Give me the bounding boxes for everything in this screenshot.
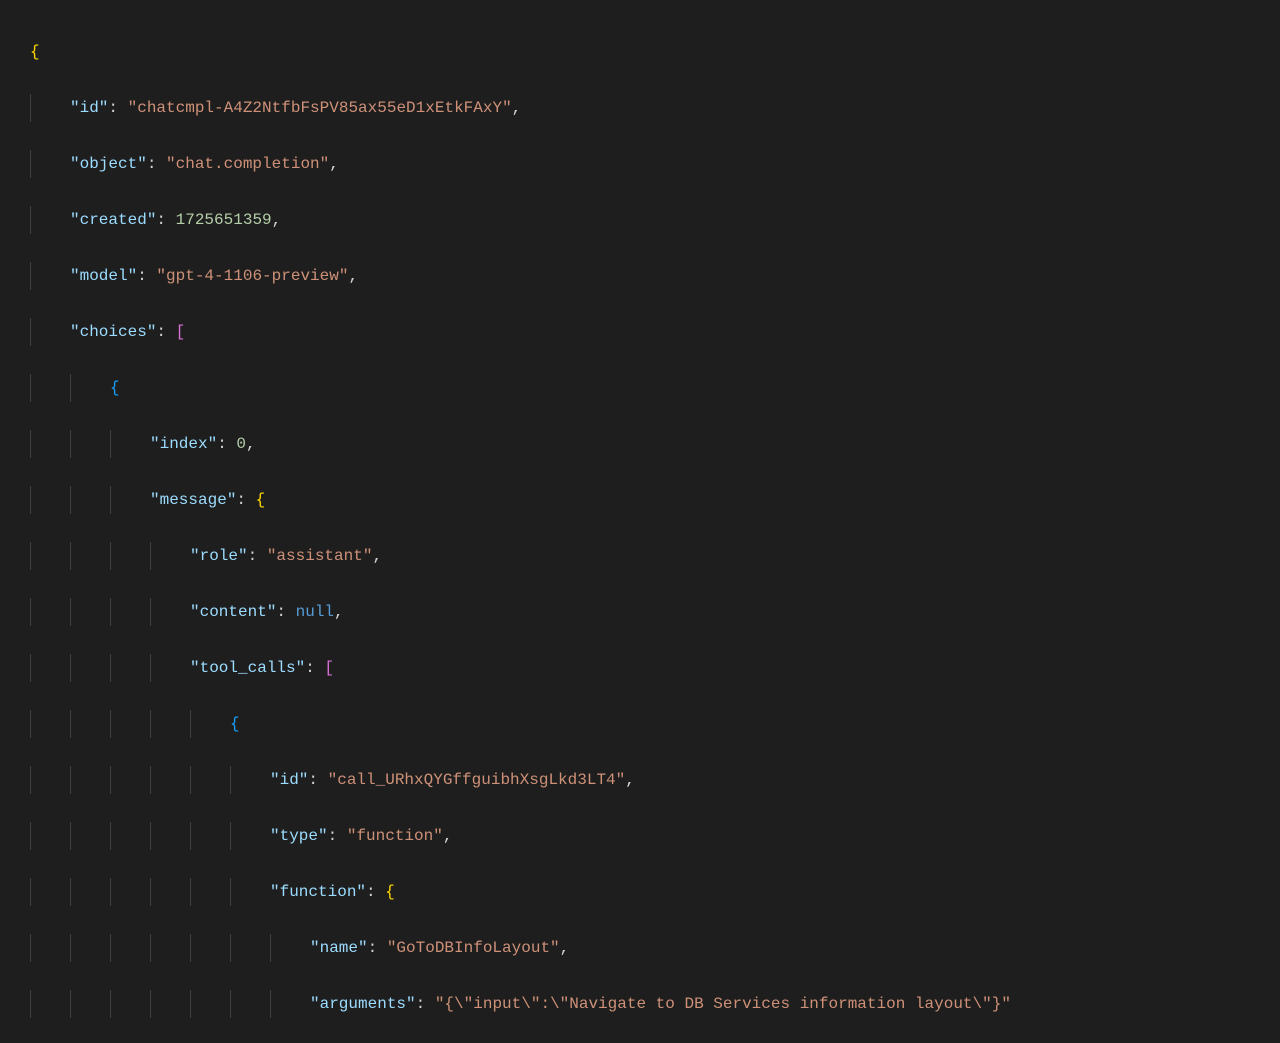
code-line: { xyxy=(30,710,1250,738)
code-line: "id": "call_URhxQYGffguibhXsgLkd3LT4", xyxy=(30,766,1250,794)
code-line: "model": "gpt-4-1106-preview", xyxy=(30,262,1250,290)
json-key: "choices" xyxy=(70,323,156,341)
json-key: "function" xyxy=(270,883,366,901)
code-line: { xyxy=(30,374,1250,402)
code-line: "message": { xyxy=(30,486,1250,514)
code-line: "type": "function", xyxy=(30,822,1250,850)
code-line: "choices": [ xyxy=(30,318,1250,346)
json-string: "assistant" xyxy=(267,547,373,565)
code-line: "tool_calls": [ xyxy=(30,654,1250,682)
code-line: { xyxy=(30,38,1250,66)
json-number: 1725651359 xyxy=(176,211,272,229)
code-line: "object": "chat.completion", xyxy=(30,150,1250,178)
json-null: null xyxy=(296,603,334,621)
json-key: "index" xyxy=(150,435,217,453)
json-key: "type" xyxy=(270,827,328,845)
code-line: "function": { xyxy=(30,878,1250,906)
json-key: "model" xyxy=(70,267,137,285)
json-string: "{\"input\":\"Navigate to DB Services in… xyxy=(435,995,1011,1013)
json-key: "name" xyxy=(310,939,368,957)
json-string: "chat.completion" xyxy=(166,155,329,173)
code-line: "role": "assistant", xyxy=(30,542,1250,570)
code-line: "index": 0, xyxy=(30,430,1250,458)
json-string: "call_URhxQYGffguibhXsgLkd3LT4" xyxy=(328,771,626,789)
code-line: "id": "chatcmpl-A4Z2NtfbFsPV85ax55eD1xEt… xyxy=(30,94,1250,122)
json-key: "content" xyxy=(190,603,276,621)
json-key: "message" xyxy=(150,491,236,509)
json-key: "created" xyxy=(70,211,156,229)
json-string: "function" xyxy=(347,827,443,845)
json-key: "role" xyxy=(190,547,248,565)
code-line: "content": null, xyxy=(30,598,1250,626)
json-string: "GoToDBInfoLayout" xyxy=(387,939,560,957)
json-viewer: { "id": "chatcmpl-A4Z2NtfbFsPV85ax55eD1x… xyxy=(0,0,1280,1043)
json-key: "arguments" xyxy=(310,995,416,1013)
json-key: "tool_calls" xyxy=(190,659,305,677)
json-key: "id" xyxy=(270,771,308,789)
json-string: "chatcmpl-A4Z2NtfbFsPV85ax55eD1xEtkFAxY" xyxy=(128,99,512,117)
json-number: 0 xyxy=(236,435,246,453)
code-line: "arguments": "{\"input\":\"Navigate to D… xyxy=(30,990,1250,1018)
json-string: "gpt-4-1106-preview" xyxy=(156,267,348,285)
json-key: "id" xyxy=(70,99,108,117)
json-key: "object" xyxy=(70,155,147,173)
code-line: "created": 1725651359, xyxy=(30,206,1250,234)
code-line: "name": "GoToDBInfoLayout", xyxy=(30,934,1250,962)
